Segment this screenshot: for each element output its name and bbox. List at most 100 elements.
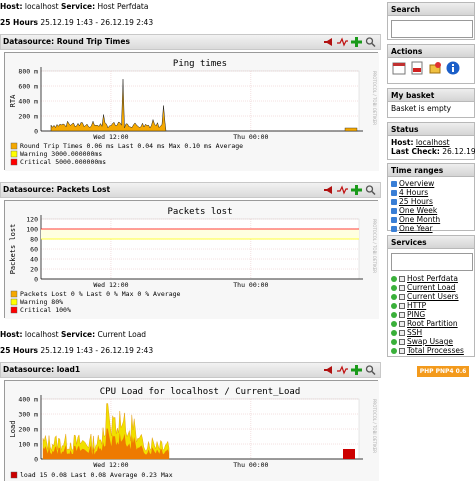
y-axis-label: RTA	[9, 94, 17, 107]
load15-tail	[343, 449, 355, 459]
x-tick-label: Wed 12:00	[93, 461, 128, 469]
service-icon	[399, 275, 405, 282]
pdf-icon[interactable]	[410, 61, 424, 75]
zoom-icon[interactable]	[365, 185, 376, 196]
legend-entry: Critical 5000.000000ms	[20, 158, 106, 166]
chart-round-trip-times: Ping times RTA PROTOCOL / TOBI OETIKER 800 …	[5, 53, 379, 171]
services-title: Services	[388, 236, 474, 249]
y-tick-label: 200 m	[18, 426, 38, 434]
legend-entry: Warning 80%	[20, 298, 63, 306]
y-tick-label: 200 m	[18, 113, 38, 121]
chart-title: Ping times	[173, 59, 227, 69]
time-range-line: 25 Hours 25.12.19 1:43 - 26.12.19 2:43	[0, 18, 154, 27]
status-ok-icon	[391, 293, 397, 300]
x-tick-label: Wed 12:00	[93, 133, 128, 141]
y-tick-label: 0	[34, 456, 38, 464]
timerange-one-year[interactable]: One Year	[391, 224, 471, 233]
legend-entry: load 15 0.08 Last 0.08 Average 0.23 Max	[20, 471, 173, 479]
range-icon	[391, 198, 397, 205]
y-tick-label: 600 m	[18, 83, 38, 91]
services-panel: Services Host Perfdata Current Load Curr…	[387, 235, 475, 357]
x-tick-label: Thu 00:00	[233, 461, 268, 469]
status-host-link[interactable]: localhost	[416, 138, 450, 147]
pnp-badge[interactable]: PHP PNP4 0.6	[417, 366, 469, 377]
y-tick-label: 120	[26, 216, 38, 224]
zoom-icon[interactable]	[365, 365, 376, 376]
service-current-load[interactable]: Current Load	[391, 283, 471, 292]
megaphone-icon[interactable]	[323, 365, 334, 375]
rrdtool-credit: PROTOCOL / TOBI OETIKER	[372, 219, 377, 273]
graph-wave-icon[interactable]	[337, 185, 348, 195]
service-icon	[399, 311, 405, 318]
service-host-perfdata[interactable]: Host Perfdata	[391, 274, 471, 283]
add-icon[interactable]	[351, 37, 362, 47]
calendar-icon[interactable]	[392, 61, 406, 75]
service-ping[interactable]: PING	[391, 310, 471, 319]
timerange-one-month[interactable]: One Month	[391, 215, 471, 224]
y-tick-label: 60	[30, 246, 38, 254]
search-panel: Search	[387, 2, 475, 40]
rrdtool-credit: PROTOCOL / TOBI OETIKER	[372, 71, 377, 125]
search-input[interactable]	[391, 20, 473, 38]
service-icon	[399, 347, 405, 354]
legend-entry: Warning 3000.000000ms	[20, 150, 102, 158]
service-total-processes[interactable]: Total Processes	[391, 346, 471, 355]
actions-title: Actions	[388, 45, 474, 58]
graph-round-trip[interactable]: Ping times RTA PROTOCOL / TOBI OETIKER 800 …	[4, 52, 379, 171]
y-tick-label: 100	[26, 226, 38, 234]
service-http[interactable]: HTTP	[391, 301, 471, 310]
legend-swatch	[10, 306, 18, 314]
status-ok-icon	[391, 320, 397, 327]
timerange-4-hours[interactable]: 4 Hours	[391, 188, 471, 197]
graph-wave-icon[interactable]	[337, 365, 348, 375]
service-swap-usage[interactable]: Swap Usage	[391, 337, 471, 346]
service-icon	[399, 329, 405, 336]
y-tick-label: 0	[34, 128, 38, 136]
graph-packets-lost[interactable]: Packets lost Packets lost PROTOCOL / TOBI …	[4, 200, 379, 319]
graph-wave-icon[interactable]	[337, 37, 348, 47]
megaphone-icon[interactable]	[323, 37, 334, 47]
timerange-25-hours[interactable]: 25 Hours	[391, 197, 471, 206]
add-icon[interactable]	[351, 365, 362, 375]
footer-badge-box: PHP PNP4 0.6	[387, 362, 475, 382]
graph-cpu-load[interactable]: CPU Load for localhost / Current_Load Loa…	[4, 380, 379, 481]
y-tick-label: 80	[30, 236, 38, 244]
warning-band	[41, 229, 359, 239]
legend-swatch	[10, 290, 18, 298]
status-panel: Status Host: localhost Last Check: 26.12…	[387, 122, 475, 160]
basket-panel: My basket Basket is empty	[387, 88, 475, 118]
service-icon	[399, 338, 405, 345]
chart-title: Packets lost	[167, 207, 232, 217]
service-root-partition[interactable]: Root Partition	[391, 319, 471, 328]
legend-swatch	[10, 150, 18, 158]
datasource-header-load: Datasource: load1	[0, 362, 381, 378]
basket-add-icon[interactable]	[428, 61, 442, 75]
search-title: Search	[388, 3, 474, 16]
add-icon[interactable]	[351, 185, 362, 195]
rrdtool-credit: PROTOCOL / TOBI OETIKER	[372, 399, 377, 453]
megaphone-icon[interactable]	[323, 185, 334, 195]
y-tick-label: 800 m	[18, 68, 38, 76]
timeranges-title: Time ranges	[388, 164, 474, 177]
timerange-overview[interactable]: Overview	[391, 179, 471, 188]
info-icon[interactable]	[446, 61, 460, 75]
service-icon	[399, 293, 405, 300]
y-tick-label: 400 m	[18, 98, 38, 106]
range-icon	[391, 180, 397, 187]
actions-panel: Actions	[387, 44, 475, 84]
service-filter-input[interactable]	[391, 253, 473, 271]
time-range-line-2: 25 Hours 25.12.19 1:43 - 26.12.19 2:43	[0, 346, 154, 355]
zoom-icon[interactable]	[365, 37, 376, 48]
y-tick-label: 20	[30, 266, 38, 274]
service-current-users[interactable]: Current Users	[391, 292, 471, 301]
timerange-one-week[interactable]: One Week	[391, 206, 471, 215]
status-check-label: Last Check:	[391, 147, 440, 156]
legend-entry: Critical 100%	[20, 306, 71, 314]
y-tick-label: 300 m	[18, 411, 38, 419]
basket-text: Basket is empty	[391, 104, 452, 113]
status-ok-icon	[391, 338, 397, 345]
status-ok-icon	[391, 302, 397, 309]
range-icon	[391, 225, 397, 232]
y-tick-label: 100 m	[18, 441, 38, 449]
service-ssh[interactable]: SSH	[391, 328, 471, 337]
